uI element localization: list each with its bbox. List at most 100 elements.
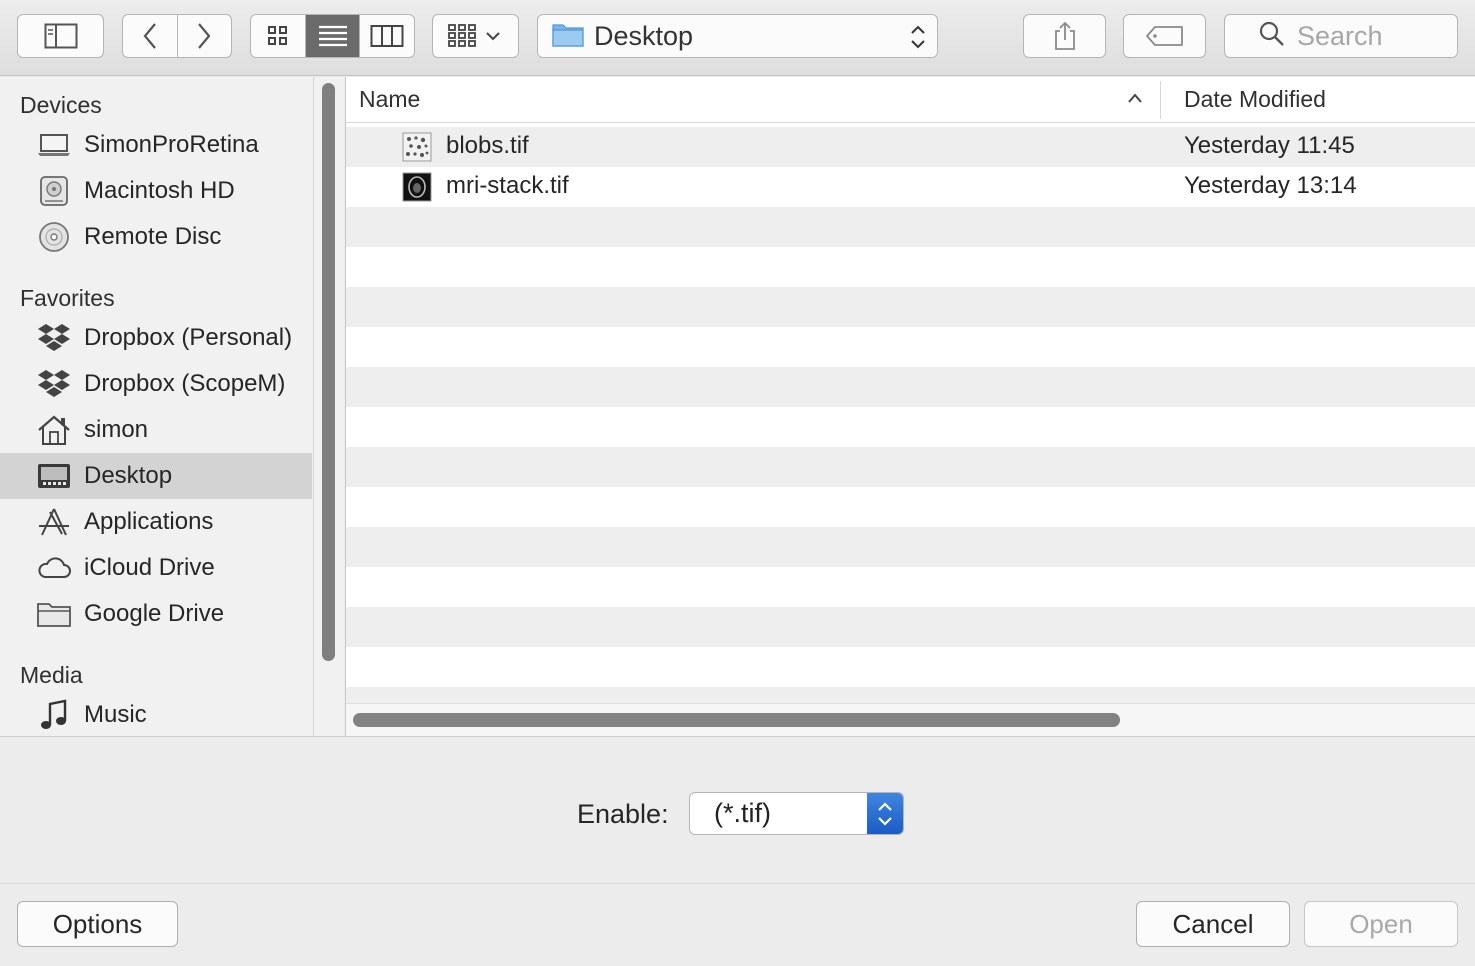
chevron-left-icon [142,22,158,50]
tag-button[interactable] [1123,14,1206,58]
sidebar-item-label: iCloud Drive [84,554,215,581]
cancel-button[interactable]: Cancel [1136,901,1290,947]
empty-row [346,247,1475,287]
empty-row [346,607,1475,647]
search-placeholder: Search [1297,20,1383,51]
column-header-name[interactable]: Name [359,86,420,113]
file-rows: blobs.tif Yesterday 11:45 mri-stack.tif … [346,127,1475,727]
sidebar-item-label: Music [84,701,147,728]
sidebar-section-media: Media [20,662,83,688]
sidebar-item-label: simon [84,416,149,443]
file-row[interactable]: blobs.tif Yesterday 11:45 [346,127,1475,167]
dropbox-icon [36,321,72,355]
sidebar-scrollbar[interactable] [314,77,344,736]
folder-icon [552,21,584,52]
column-header: Name Date Modified [346,77,1475,123]
back-button[interactable] [123,15,178,57]
sidebar-item-label: Dropbox (Personal) [84,324,293,351]
desktop-icon [36,459,72,493]
file-type-value: (*.tif) [714,798,771,828]
sidebar-item-label: Macintosh HD [84,177,235,204]
sidebar-item-remote-disc[interactable]: Remote Disc [0,214,312,260]
empty-row [346,567,1475,607]
empty-row [346,367,1475,407]
back-forward-group [122,14,232,58]
column-header-date-modified[interactable]: Date Modified [1184,86,1326,113]
sidebar-item-google-drive[interactable]: Google Drive [0,591,312,637]
search-field[interactable]: Search [1224,14,1458,58]
file-date-modified: Yesterday 11:45 [1184,132,1355,159]
sidebar-item-label: Remote Disc [84,223,222,250]
empty-row [346,487,1475,527]
list-view-button[interactable] [305,15,361,57]
empty-row [346,207,1475,247]
file-name: blobs.tif [446,132,529,159]
sidebar: Devices SimonProRetina Macintosh HD Remo… [0,77,314,736]
horizontal-scrollbar[interactable] [346,703,1475,736]
horizontal-scrollbar-thumb[interactable] [353,713,1120,727]
sidebar-item-icloud-drive[interactable]: iCloud Drive [0,545,312,591]
empty-row [346,447,1475,487]
sidebar-scrollbar-thumb[interactable] [322,83,335,661]
toolbar: Desktop Search [0,0,1475,76]
column-divider[interactable] [1160,81,1161,119]
chevron-updown-icon [909,23,927,56]
sidebar-item-simon[interactable]: simon [0,407,312,453]
home-icon [36,413,72,447]
list-icon [317,24,349,48]
sidebar-item-label: Desktop [84,462,173,489]
file-row[interactable]: mri-stack.tif Yesterday 13:14 [346,167,1475,207]
sidebar-item-simonproretina[interactable]: SimonProRetina [0,122,312,168]
sidebar-toggle-button[interactable] [17,14,104,58]
folder-icon [36,597,72,631]
dialog-footer: Options Cancel Open [0,884,1475,966]
share-icon [1052,21,1078,51]
enable-label: Enable: [577,799,669,829]
empty-row [346,327,1475,367]
grid-icon [266,24,290,48]
music-icon [36,698,72,732]
sidebar-icon [44,23,78,49]
chevron-right-icon [196,22,212,50]
chevron-updown-icon [867,793,903,834]
columns-icon [370,24,404,48]
tif-thumbnail-icon [402,132,432,162]
file-list: Name Date Modified blobs.tif Yesterday 1… [345,77,1475,736]
hard-drive-icon [36,174,72,208]
tag-icon [1145,25,1185,47]
forward-button[interactable] [178,15,232,57]
empty-row [346,407,1475,447]
arrange-button[interactable] [432,14,519,58]
sidebar-item-label: SimonProRetina [84,131,259,158]
location-label: Desktop [594,20,694,51]
file-name: mri-stack.tif [446,172,569,199]
share-button[interactable] [1023,14,1106,58]
disc-icon [36,220,72,254]
sidebar-item-dropbox-personal[interactable]: Dropbox (Personal) [0,315,312,361]
sidebar-item-applications[interactable]: Applications [0,499,312,545]
sidebar-section-devices: Devices [20,92,102,118]
open-button[interactable]: Open [1304,901,1458,947]
icon-view-button[interactable] [251,15,306,57]
options-button[interactable]: Options [17,901,178,947]
laptop-icon [36,128,72,162]
location-popup[interactable]: Desktop [537,14,938,58]
empty-row [346,647,1475,687]
view-mode-group [250,14,415,58]
sidebar-item-macintosh-hd[interactable]: Macintosh HD [0,168,312,214]
column-view-button[interactable] [360,15,414,57]
arrange-grid-icon [447,23,505,49]
empty-row [346,527,1475,567]
sort-ascending-icon[interactable] [1127,91,1143,109]
cloud-icon [36,551,72,585]
tif-thumbnail-icon [402,172,432,202]
file-type-popup[interactable]: (*.tif) [689,792,904,835]
sidebar-item-dropbox-scopem[interactable]: Dropbox (ScopeM) [0,361,312,407]
sidebar-item-music[interactable]: Music [0,692,312,736]
sidebar-item-label: Applications [84,508,214,535]
sidebar-section-favorites: Favorites [20,285,115,311]
sidebar-item-desktop[interactable]: Desktop [0,453,312,499]
accessory-panel: Enable: (*.tif) [0,736,1475,884]
sidebar-item-label: Dropbox (ScopeM) [84,370,286,397]
file-date-modified: Yesterday 13:14 [1184,172,1357,199]
